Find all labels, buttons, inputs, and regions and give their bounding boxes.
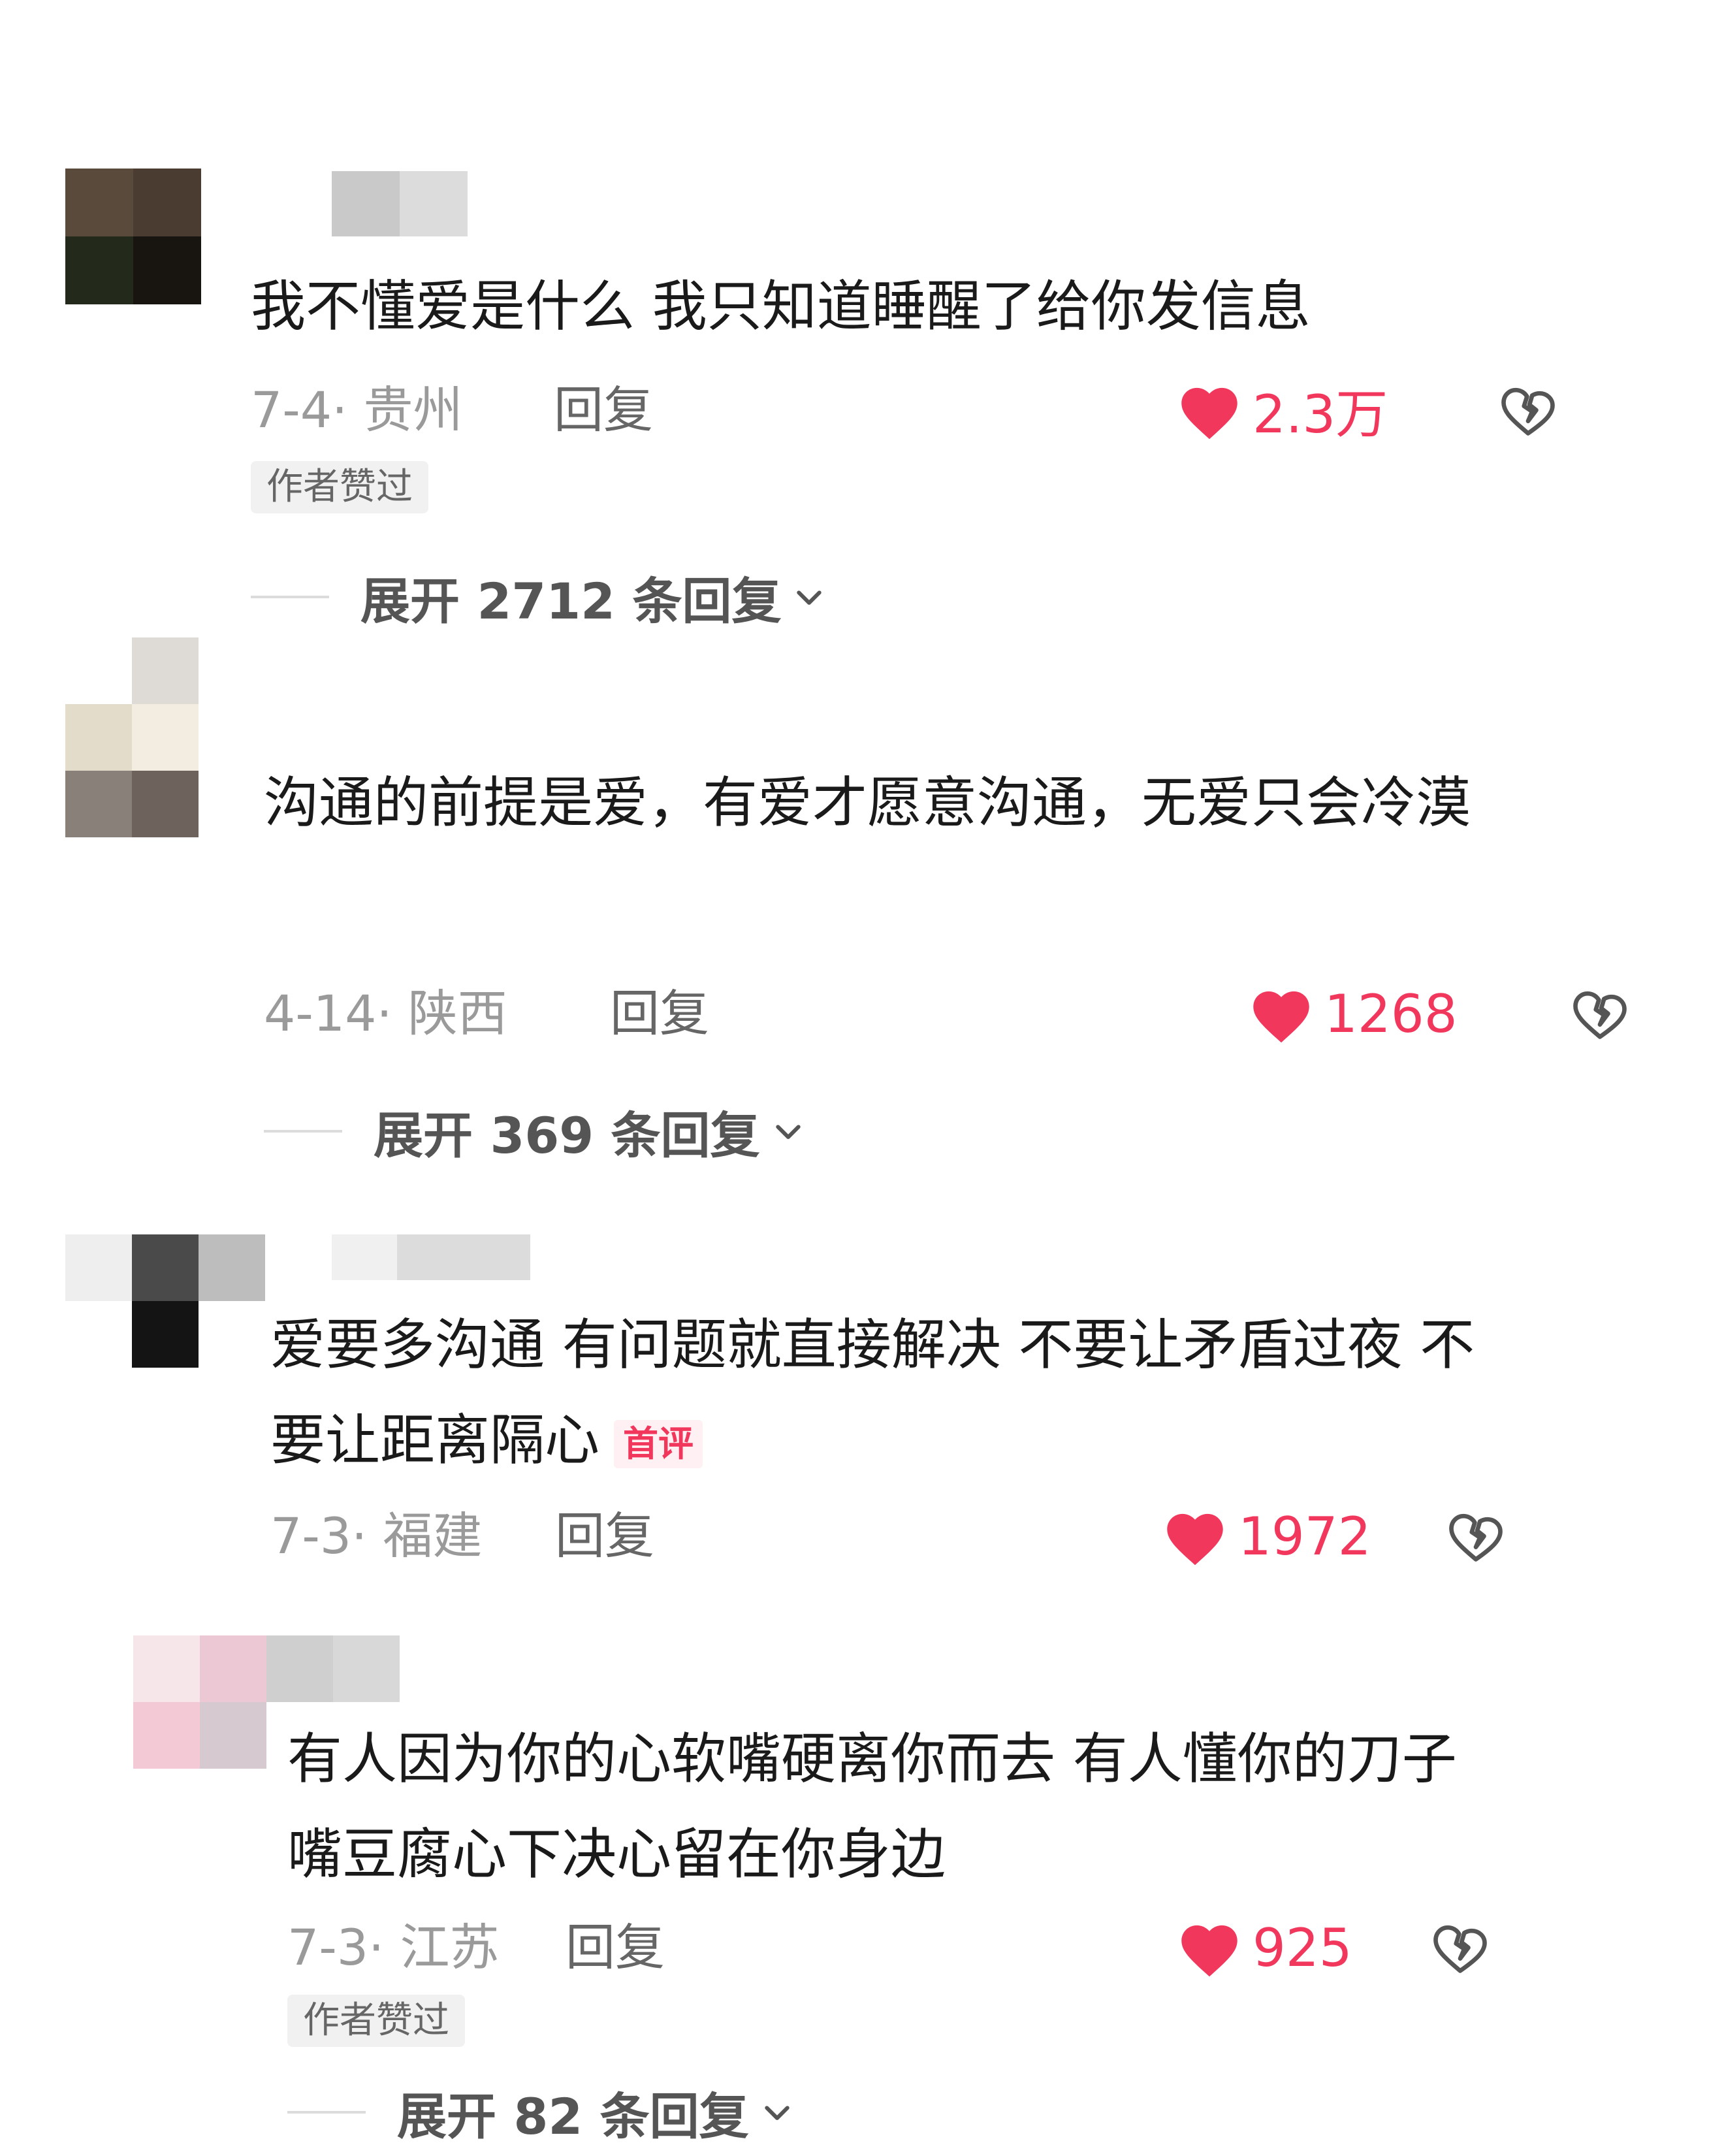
divider-line bbox=[287, 2111, 366, 2114]
like-count: 925 bbox=[1253, 1917, 1352, 1978]
heart-icon bbox=[1181, 1925, 1237, 1977]
like-button[interactable]: 925 bbox=[1175, 1915, 1352, 1980]
author-liked-badge: 作者赞过 bbox=[287, 1995, 465, 2047]
comment-item: 有人因为你的心软嘴硬离你而去 有人懂你的刀子嘴豆腐心下决心留在你身边 7-3· … bbox=[0, 0, 1724, 2156]
reply-button[interactable]: 回复 bbox=[566, 1915, 665, 1980]
expand-replies-button[interactable]: 展开 82 条回复 bbox=[287, 2080, 795, 2146]
chevron-down-icon bbox=[765, 2106, 790, 2120]
broken-heart-icon[interactable] bbox=[1428, 1915, 1493, 1980]
comment-text: 有人因为你的心软嘴硬离你而去 有人懂你的刀子嘴豆腐心下决心留在你身边 bbox=[287, 1727, 1457, 1886]
expand-replies-label: 展开 82 条回复 bbox=[397, 2087, 749, 2146]
comment-meta: 7-3· 江苏 bbox=[287, 1918, 500, 1976]
